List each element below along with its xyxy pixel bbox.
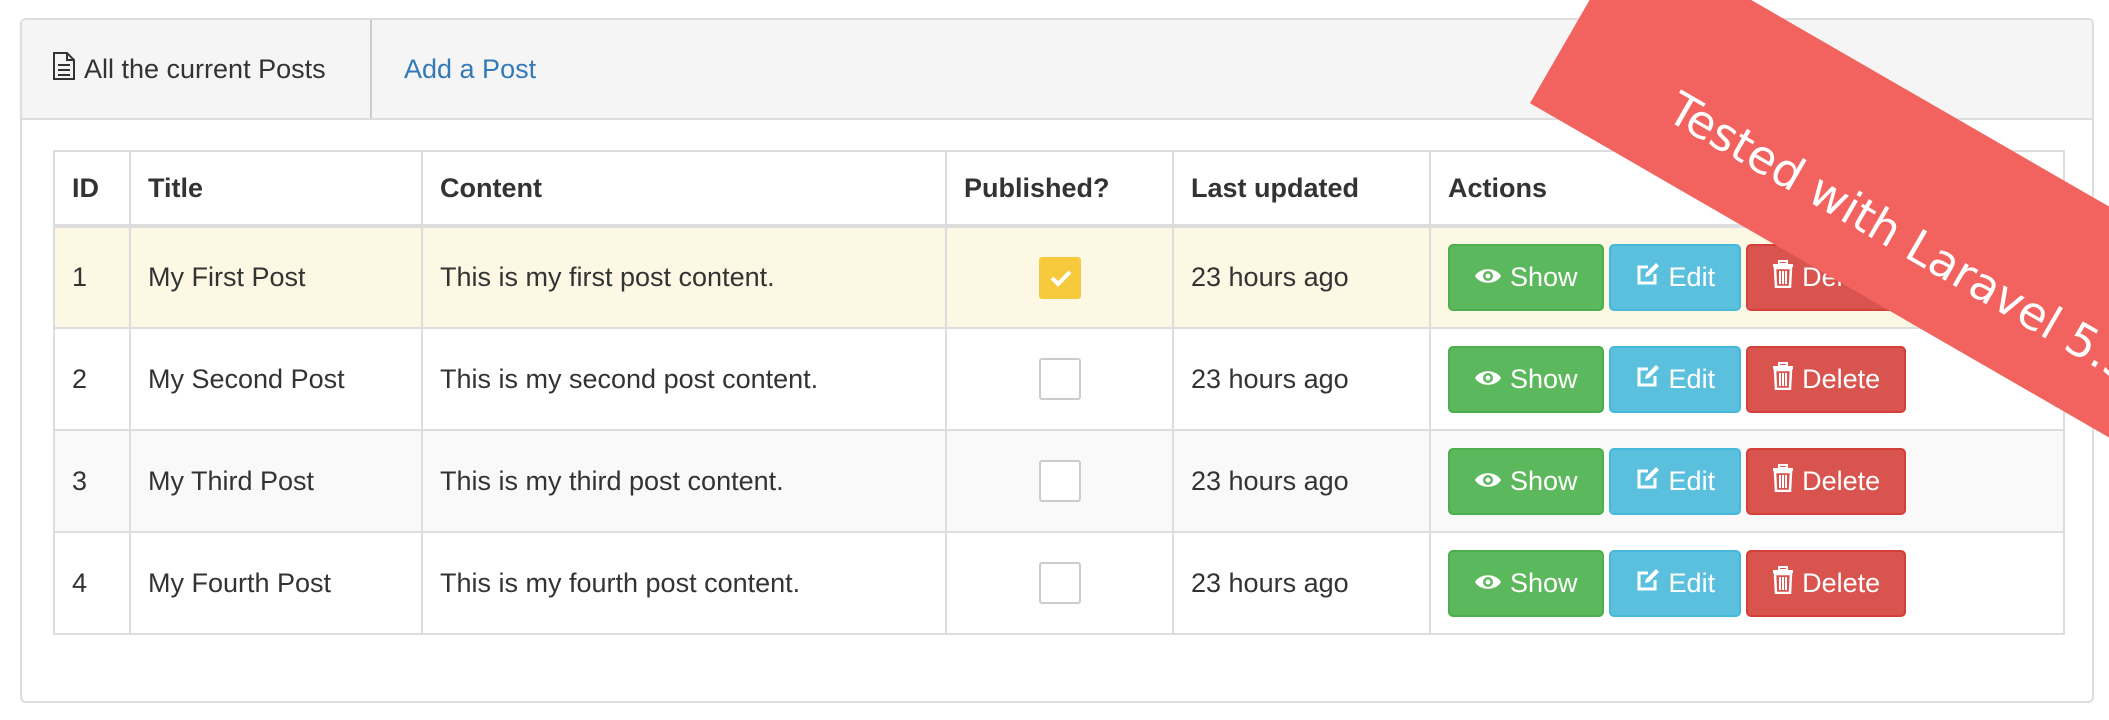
show-button[interactable]: Show [1448,549,1604,617]
cell-content: This is my first post content. [421,225,947,329]
table-row: 3 My Third Post This is my third post cont… [53,429,2065,533]
header-id: ID [53,150,131,228]
eye-icon [1474,568,1510,599]
delete-button[interactable]: Delete [1746,549,1907,617]
file-text-icon [52,51,84,87]
cell-id: 3 [53,429,131,533]
edit-button-label: Edit [1668,465,1716,496]
cell-content: This is my fourth post content. [421,531,947,635]
published-checkbox[interactable] [1038,256,1081,299]
show-button-label: Show [1510,567,1578,598]
table-row: 1 My First Post This is my first post cont… [53,225,2065,329]
cell-published [945,225,1174,329]
header-content: Content [421,150,947,228]
delete-button[interactable]: Delete [1746,447,1907,515]
cell-last-updated: 23 hours ago [1172,225,1431,329]
show-button-label: Show [1510,465,1578,496]
cell-last-updated: 23 hours ago [1172,531,1431,635]
cell-content: This is my second post content. [421,327,947,431]
edit-button-label: Edit [1668,363,1716,394]
tab-add-post[interactable]: Add a Post [404,20,536,118]
show-button[interactable]: Show [1448,244,1604,311]
cell-title: My Third Post [129,429,423,533]
show-button-label: Show [1510,363,1578,394]
cell-actions: Show Edit Delete [1429,531,2065,635]
eye-icon [1474,262,1510,293]
cell-content: This is my third post content. [421,429,947,533]
pencil-square-icon [1635,465,1669,498]
show-button[interactable]: Show [1448,447,1604,515]
header-published: Published? [945,150,1174,228]
page: All the current Posts Add a Post ID Titl… [0,0,2109,720]
show-button[interactable]: Show [1448,345,1604,413]
edit-button[interactable]: Edit [1608,244,1742,311]
trash-icon [1772,260,1802,295]
pencil-square-icon [1635,363,1669,396]
published-checkbox[interactable] [1038,562,1081,604]
header-title: Title [129,150,423,228]
tab-all-posts-label: All the current Posts [84,53,326,84]
trash-icon [1772,565,1802,601]
published-checkbox[interactable] [1038,358,1081,400]
cell-last-updated: 23 hours ago [1172,327,1431,431]
show-button-label: Show [1510,262,1578,292]
cell-id: 1 [53,225,131,329]
cell-id: 4 [53,531,131,635]
delete-button-label: Delete [1802,567,1881,598]
pencil-square-icon [1635,261,1669,294]
eye-icon [1474,466,1510,497]
table-row: 4 My Fourth Post This is my fourth post co… [53,531,2065,635]
delete-button[interactable]: Delete [1746,345,1907,413]
cell-id: 2 [53,327,131,431]
eye-icon [1474,364,1510,395]
cell-last-updated: 23 hours ago [1172,429,1431,533]
edit-button[interactable]: Edit [1608,549,1742,617]
cell-published [945,429,1174,533]
cell-title: My Fourth Post [129,531,423,635]
table-row: 2 My Second Post This is my second post co… [53,327,2065,431]
delete-button-label: Delete [1802,465,1881,496]
published-checkbox[interactable] [1038,460,1081,502]
edit-button-label: Edit [1668,567,1716,598]
pencil-square-icon [1635,567,1669,600]
edit-button[interactable]: Edit [1608,447,1742,515]
edit-button[interactable]: Edit [1608,345,1742,413]
edit-button-label: Edit [1668,262,1716,292]
cell-actions: Show Edit Delete [1429,429,2065,533]
trash-icon [1772,463,1802,499]
cell-published [945,531,1174,635]
cell-title: My Second Post [129,327,423,431]
trash-icon [1772,361,1802,397]
delete-button-label: Delete [1802,363,1881,394]
header-last-updated: Last updated [1172,150,1431,228]
tab-all-posts[interactable]: All the current Posts [22,20,372,118]
cell-published [945,327,1174,431]
cell-title: My First Post [129,225,423,329]
